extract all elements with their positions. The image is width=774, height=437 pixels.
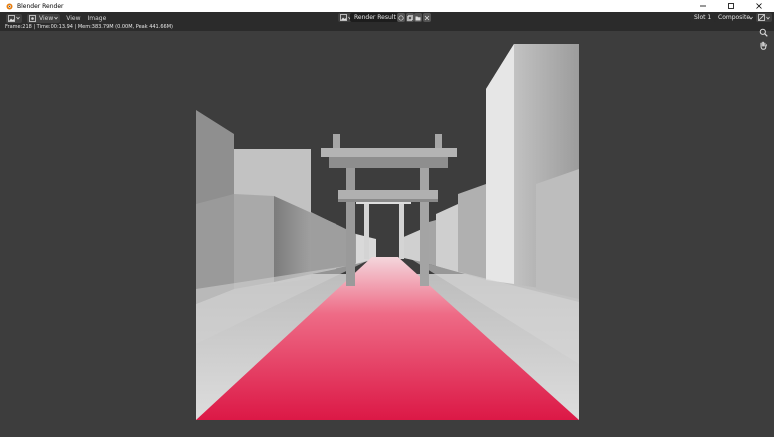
menu-image[interactable]: Image (88, 15, 107, 22)
unlink-image-button[interactable] (423, 13, 431, 22)
chevron-down-icon (54, 16, 59, 20)
image-icon (340, 14, 347, 21)
slot-selector[interactable]: Slot 1 (690, 13, 717, 22)
minimize-icon (700, 5, 706, 7)
close-icon (756, 3, 762, 9)
shield-icon (398, 14, 404, 21)
image-view-icon (29, 14, 36, 22)
render-result-image (196, 44, 579, 420)
pan-button[interactable] (758, 40, 769, 51)
minimize-button[interactable] (689, 0, 717, 12)
fake-user-button[interactable] (397, 13, 405, 22)
zoom-icon (759, 28, 768, 37)
maximize-icon (728, 3, 734, 9)
view-mode-label: View (39, 14, 54, 22)
image-name-field[interactable]: Render Result (350, 13, 399, 22)
close-button[interactable] (745, 0, 773, 12)
view-mode-selector[interactable]: View (27, 13, 61, 23)
window-title: Blender Render (17, 2, 64, 10)
layer-value: Composite (718, 14, 751, 21)
maximize-button[interactable] (717, 0, 745, 12)
layer-selector[interactable]: Composite (714, 13, 756, 22)
folder-icon (415, 16, 421, 20)
hand-icon (760, 41, 767, 50)
slot-value: Slot 1 (694, 14, 712, 21)
channel-display-selector[interactable] (756, 13, 772, 22)
image-editor-icon (8, 14, 15, 22)
menu-view[interactable]: View (66, 15, 80, 22)
color-channels-icon (758, 14, 765, 21)
chevron-down-icon (766, 16, 770, 20)
editor-type-selector[interactable] (6, 13, 22, 23)
render-stats: Frame:218 | Time:00:13.94 | Mem:383.79M … (0, 24, 774, 31)
open-image-button[interactable] (414, 13, 422, 22)
zoom-button[interactable] (758, 27, 769, 38)
duplicate-icon (407, 14, 413, 21)
close-icon (424, 15, 430, 20)
new-image-button[interactable] (406, 13, 414, 22)
chevron-down-icon (749, 16, 753, 20)
image-name-value: Render Result (354, 14, 396, 21)
chevron-down-icon (16, 16, 20, 20)
blender-icon (5, 2, 13, 10)
window-titlebar: Blender Render (0, 0, 774, 12)
